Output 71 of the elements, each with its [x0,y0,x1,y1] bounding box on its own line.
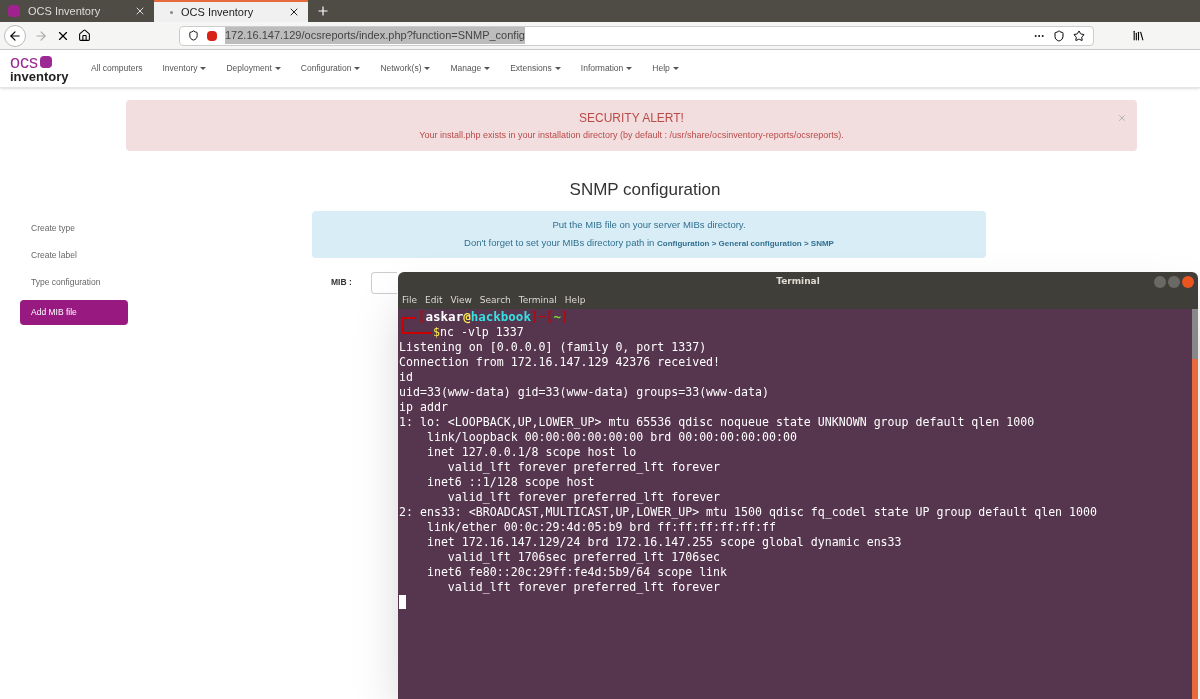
url-text: 172.16.147.129/ocsreports/index.php?function=SNMP_config [225,27,525,44]
terminal-output-line: valid_lft forever preferred_lft forever [446,580,722,595]
sidebar-item[interactable]: Add MIB file [20,299,128,325]
window-title: Terminal [776,275,820,289]
terminal-output-line: link/loopback 00:00:00:00:00:00 brd 00:00:00:00:00:00 [425,430,798,445]
star-icon[interactable] [1073,29,1085,42]
favicon-icon [8,5,20,17]
terminal-output-line: Connection from 172.16.147.129 42376 received! [399,355,722,370]
terminal-output-line: uid=33(www-data) gid=33(www-data) groups=33(www-data) [399,385,770,400]
terminal-output-line: 2: ens33: <BROADCAST,MULTICAST,UP,LOWER_UP> mtu 1500 qdisc fq_codel state UP group default qlen 1000 [399,505,1098,520]
nav-menu-item[interactable]: Deployment [226,62,281,75]
nav-menu-item[interactable]: Configuration [300,62,361,75]
prompt-text: [askar@hackbook]─[~] [418,309,569,325]
alert-message: Your install.php exists in your installation directory (by default : /usr/share/ocsinventory-reports/ocsreports). [419,128,844,142]
terminal-output-line: inet6 ::1/128 scope host [425,475,596,490]
nav-menu-item[interactable]: Extensions [510,62,561,75]
nav-menu-item[interactable]: Inventory [162,62,207,75]
caret-icon [484,67,491,70]
terminal-output-line: inet 127.0.0.1/8 scope host lo [425,445,638,460]
alert-title: SECURITY ALERT! [579,109,684,127]
nav-menu-item[interactable]: Information [580,62,633,75]
sidebar-item[interactable]: Create type [20,218,128,239]
terminal-output-line: valid_lft 1706sec preferred_lft 1706sec [446,550,722,565]
menu-item[interactable]: Help [564,293,586,308]
caret-icon [554,67,561,70]
nav-menu-item[interactable]: Manage [450,62,491,75]
home-icon[interactable] [78,29,91,42]
cursor-icon [399,595,406,609]
page-heading: SNMP configuration [569,179,721,201]
shield-icon [188,30,199,41]
terminal-output-line: link/ether 00:0c:29:4d:05:b9 brd ff:ff:ff:ff:ff:ff [425,520,777,535]
nav-menu-item[interactable]: All computers [91,62,143,75]
caret-icon [626,67,633,70]
terminal-output-line: valid_lft forever preferred_lft forever [446,490,722,505]
tab-title: OCS Inventory [181,4,255,20]
menu-item[interactable]: Terminal [518,293,557,308]
terminal-output-line: 1: lo: <LOOPBACK,UP,LOWER_UP> mtu 65536 qdisc noqueue state UNKNOWN group default qlen 1000 [399,415,1036,430]
menu-item[interactable]: Edit [425,293,443,308]
menu-item[interactable]: File [402,293,418,308]
close-icon[interactable] [288,6,300,18]
terminal-output-line: ip addr [399,400,449,415]
info-text: Don't forget to set your MIBs directory path in Configuration > General configuration > SNMP [464,236,834,250]
menu-item[interactable]: View [450,293,472,308]
info-text: Put the MIB file on your server MIBs directory. [552,217,746,232]
field-label: MIB : [331,276,353,289]
mib-input-field[interactable] [371,271,397,294]
terminal-output-line: inet 172.16.147.129/24 brd 172.16.147.255 scope global dynamic ens33 [425,535,903,550]
terminal-output-line: valid_lft forever preferred_lft forever [446,460,722,475]
menu-item[interactable]: Search [479,293,511,308]
caret-icon [200,67,207,70]
command-text: $nc -vlp 1337 [433,325,524,340]
caret-icon [274,67,281,70]
nav-menu-item[interactable]: Help [652,62,679,75]
library-icon[interactable] [1132,29,1145,42]
terminal-output-line: Listening on [0.0.0.0] (family 0, port 1337) [399,340,708,355]
caret-icon [354,67,361,70]
tab-title: OCS Inventory [28,3,102,19]
logo[interactable]: ocs inventory [10,54,82,83]
caret-icon [672,67,679,70]
nav-menu-item[interactable]: Network(s) [380,62,431,75]
scrollbar[interactable] [1192,309,1198,699]
browser-tab[interactable]: OCS Inventory [0,0,154,22]
address-bar[interactable]: 172.16.147.129/ocsreports/index.php?function=SNMP_config [179,25,1094,46]
sidebar-item[interactable]: Create label [20,245,128,266]
terminal-output-line: inet6 fe80::20c:29ff:fe4d:5b9/64 scope link [425,565,729,580]
terminal-output-line: id [399,370,414,385]
sidebar-item[interactable]: Type configuration [20,272,128,293]
new-tab-icon[interactable] [316,4,330,18]
caret-icon [424,67,431,70]
close-icon[interactable] [134,5,146,17]
browser-tab[interactable]: OCS Inventory [154,0,308,22]
